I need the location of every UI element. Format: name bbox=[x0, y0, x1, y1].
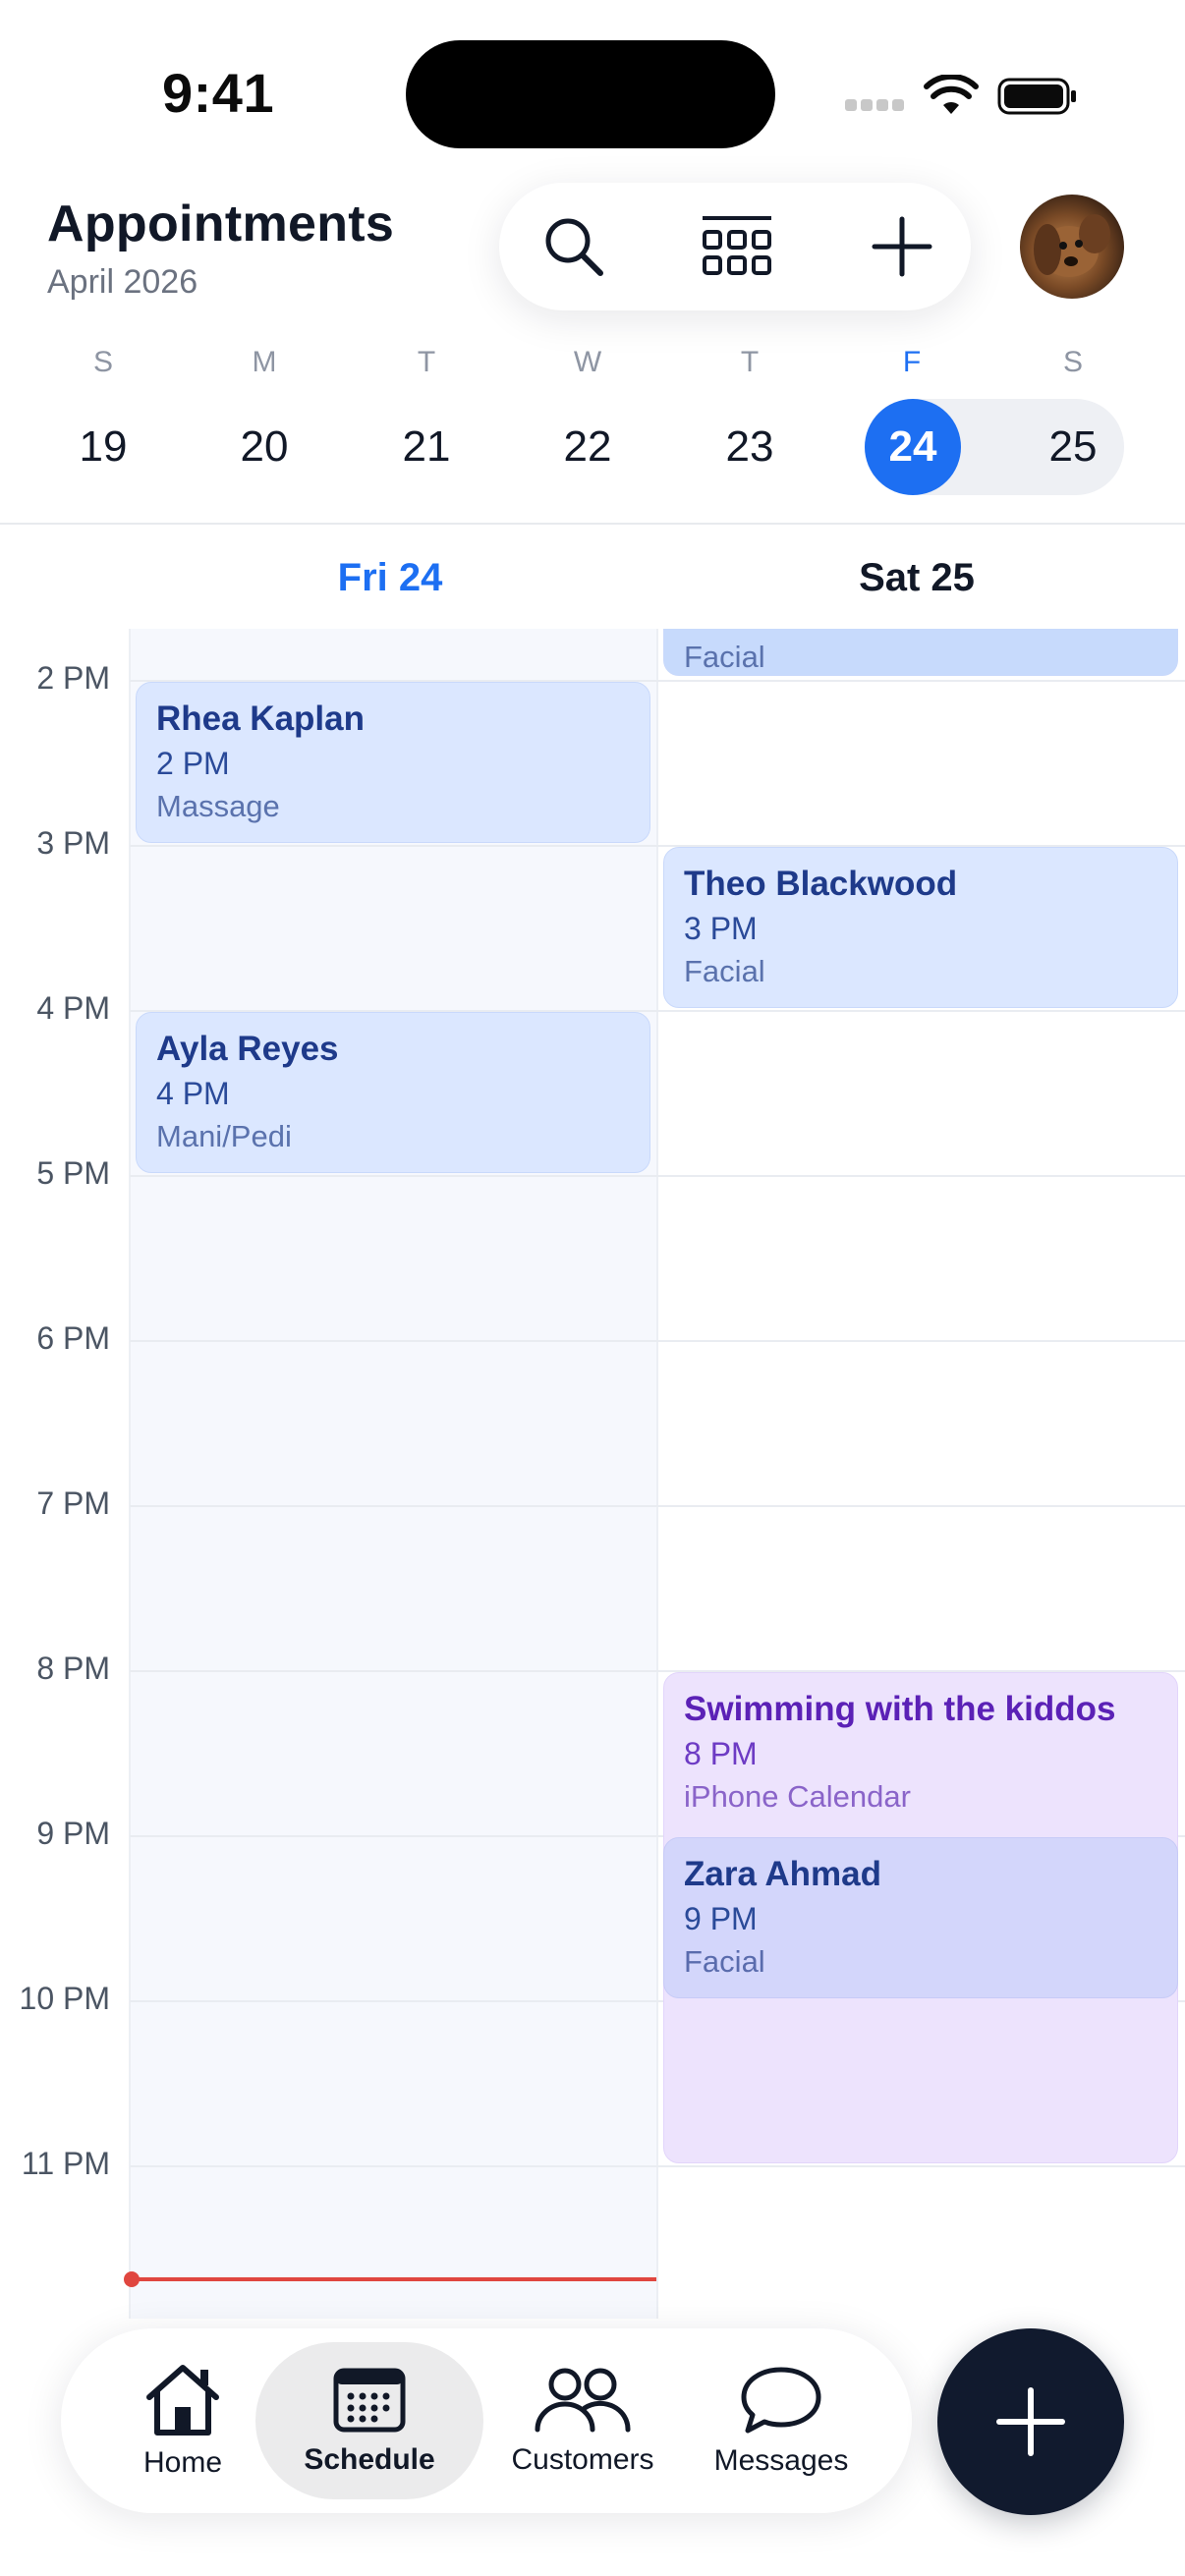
plus-icon bbox=[872, 216, 932, 277]
hour-label: 10 PM bbox=[19, 1981, 110, 2016]
appointment-time: 4 PM bbox=[156, 1076, 230, 1111]
week-strip: S M T W T F S 19 20 21 22 23 24 25 bbox=[0, 334, 1185, 501]
hour-label: 6 PM bbox=[36, 1320, 110, 1356]
day-20[interactable]: 20 bbox=[216, 399, 312, 495]
hour-label: 11 PM bbox=[21, 2146, 110, 2181]
day-19[interactable]: 19 bbox=[55, 399, 151, 495]
current-time-line bbox=[130, 2277, 656, 2281]
page-title: Appointments bbox=[47, 196, 395, 252]
dog-photo-icon bbox=[1034, 214, 1110, 277]
event-title: Swimming with the kiddos bbox=[684, 1690, 1116, 1728]
appointment-service: Facial bbox=[684, 1944, 765, 1979]
hour-label: 9 PM bbox=[36, 1816, 110, 1851]
day-24-selected[interactable]: 24 bbox=[865, 399, 961, 495]
header-divider bbox=[0, 523, 1185, 525]
schedule-grid[interactable]: 2 PM 3 PM 4 PM 5 PM 6 PM 7 PM 8 PM 9 PM … bbox=[0, 629, 1185, 2319]
tab-home[interactable]: Home bbox=[114, 2342, 252, 2499]
calendar-icon bbox=[333, 2368, 406, 2433]
customer-name: Zara Ahmad bbox=[684, 1855, 881, 1893]
wifi-icon bbox=[924, 75, 979, 114]
month-label[interactable]: April 2026 bbox=[47, 263, 198, 302]
people-icon bbox=[535, 2368, 631, 2433]
message-icon bbox=[741, 2367, 821, 2434]
tab-bar: Home Schedule Customers Messages bbox=[61, 2328, 912, 2513]
column-divider bbox=[129, 629, 131, 2319]
appointment-service: Mani/Pedi bbox=[156, 1119, 292, 1153]
appointment-card[interactable]: Rhea Kaplan 2 PM Massage bbox=[136, 682, 650, 843]
avatar[interactable] bbox=[1020, 195, 1124, 299]
add-appointment-fab[interactable] bbox=[937, 2328, 1124, 2515]
column-divider bbox=[656, 629, 658, 2319]
appointment-service: Facial bbox=[684, 640, 765, 674]
home-icon bbox=[146, 2365, 219, 2436]
hour-label: 3 PM bbox=[36, 825, 110, 861]
appointment-card[interactable]: Zara Ahmad 9 PM Facial bbox=[663, 1837, 1178, 1998]
weekday-letter: T bbox=[740, 346, 760, 378]
grid-view-icon bbox=[703, 216, 771, 275]
hour-label: 5 PM bbox=[36, 1155, 110, 1191]
hour-label: 2 PM bbox=[36, 660, 110, 696]
day-25[interactable]: 25 bbox=[1025, 399, 1121, 495]
tab-label: Schedule bbox=[304, 2443, 435, 2476]
appointment-time: 2 PM bbox=[156, 746, 230, 781]
column-header-fri[interactable]: Fri 24 bbox=[130, 556, 650, 600]
day-23[interactable]: 23 bbox=[702, 399, 798, 495]
tab-label: Messages bbox=[713, 2444, 849, 2477]
appointment-time: 9 PM bbox=[684, 1901, 758, 1936]
appointment-service: Facial bbox=[684, 954, 765, 988]
tab-label: Home bbox=[142, 2446, 223, 2479]
tab-messages[interactable]: Messages bbox=[690, 2342, 873, 2499]
weekday-letter: S bbox=[92, 346, 113, 378]
weekday-letter: S bbox=[1062, 346, 1083, 378]
fri-column[interactable] bbox=[130, 629, 656, 2319]
plus-icon bbox=[996, 2387, 1065, 2456]
add-appointment-button[interactable] bbox=[863, 207, 941, 286]
appointment-card[interactable]: Theo Blackwood 3 PM Facial bbox=[663, 847, 1178, 1008]
hour-line bbox=[130, 2165, 1185, 2167]
tab-schedule[interactable]: Schedule bbox=[255, 2342, 483, 2499]
customer-name: Ayla Reyes bbox=[156, 1030, 339, 1068]
status-time: 9:41 bbox=[162, 62, 275, 124]
tab-label: Customers bbox=[511, 2443, 654, 2476]
hour-label: 7 PM bbox=[36, 1485, 110, 1521]
hour-line bbox=[130, 1505, 1185, 1507]
day-21[interactable]: 21 bbox=[378, 399, 475, 495]
appointment-service: Massage bbox=[156, 789, 280, 823]
weekday-letter: T bbox=[417, 346, 436, 378]
hour-line bbox=[130, 1175, 1185, 1177]
event-source: iPhone Calendar bbox=[684, 1779, 911, 1814]
weekday-letter-selected: F bbox=[902, 346, 922, 378]
hour-label: 4 PM bbox=[36, 990, 110, 1026]
weekday-letter: M bbox=[252, 346, 277, 378]
weekday-letter: W bbox=[573, 346, 602, 378]
search-button[interactable] bbox=[535, 207, 613, 286]
search-icon bbox=[545, 218, 603, 276]
column-header-sat[interactable]: Sat 25 bbox=[656, 556, 1177, 600]
hour-line bbox=[130, 1340, 1185, 1342]
hour-label: 8 PM bbox=[36, 1651, 110, 1686]
appointment-card[interactable]: Facial bbox=[663, 629, 1178, 676]
view-toggle-button[interactable] bbox=[698, 207, 776, 286]
cellular-signal-icon bbox=[845, 98, 908, 114]
appointment-time: 3 PM bbox=[684, 911, 758, 946]
status-bar: 9:41 bbox=[0, 0, 1185, 177]
appointment-card[interactable]: Ayla Reyes 4 PM Mani/Pedi bbox=[136, 1012, 650, 1173]
customer-name: Theo Blackwood bbox=[684, 865, 958, 903]
day-22[interactable]: 22 bbox=[539, 399, 636, 495]
customer-name: Rhea Kaplan bbox=[156, 700, 365, 738]
battery-icon bbox=[997, 78, 1076, 115]
header-toolbar bbox=[499, 183, 971, 310]
tab-customers[interactable]: Customers bbox=[489, 2342, 676, 2499]
dynamic-island bbox=[406, 40, 775, 148]
event-time: 8 PM bbox=[684, 1736, 758, 1771]
